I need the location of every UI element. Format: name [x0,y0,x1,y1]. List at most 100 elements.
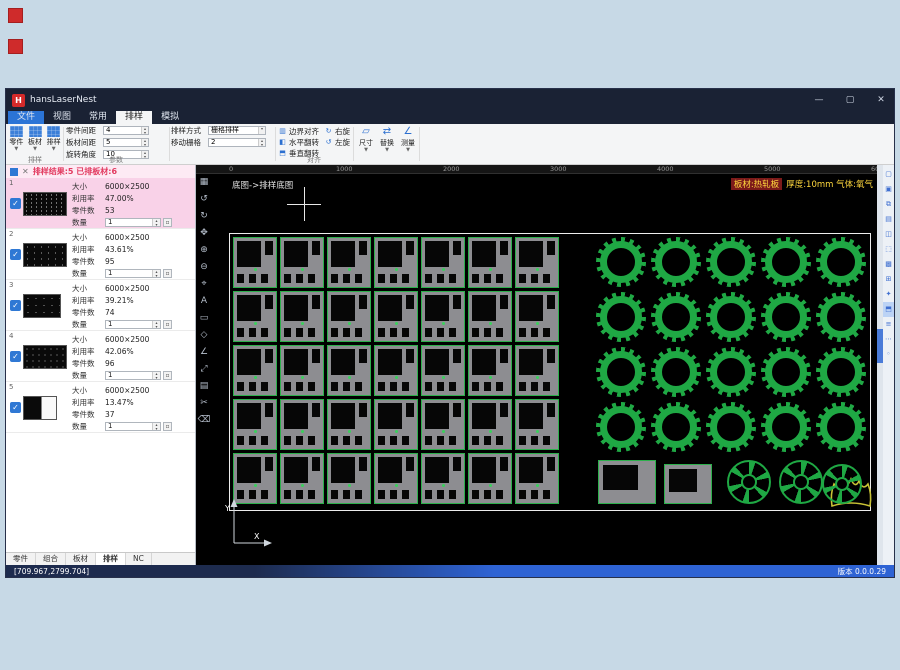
fill-icon[interactable]: ▣ [883,182,894,197]
nested-plate-part[interactable] [280,291,324,342]
nest-button[interactable]: 排样 ▼ [45,126,62,152]
sheet-button[interactable]: 板材 ▼ [27,126,44,152]
item-checkbox[interactable]: ✓ [10,300,21,311]
frame-icon[interactable]: ⬚ [883,242,894,257]
quantity-more-button[interactable]: ▫ [163,320,172,329]
rotate-left-button[interactable]: ↺左旋 [324,137,350,147]
nested-gear-part[interactable] [596,347,646,397]
nested-plate-part[interactable] [468,345,512,396]
nested-impeller-part[interactable] [727,460,771,504]
nest-mode-select[interactable]: 栅格排样▾ [208,126,266,135]
nested-plate-part[interactable] [515,345,559,396]
nested-gear-part[interactable] [706,292,756,342]
parts-button[interactable]: 零件 ▼ [8,126,25,152]
menu-tab-排样[interactable]: 排样 [116,111,152,124]
nested-plate-part[interactable] [327,291,371,342]
quantity-input[interactable]: 1▴ ▾ [105,371,161,380]
nested-plate-part[interactable] [233,399,277,450]
menu-tab-文件[interactable]: 文件 [8,111,44,124]
quantity-input[interactable]: 1▴ ▾ [105,422,161,431]
dot-icon[interactable]: ◦ [883,347,894,362]
move-grid-input[interactable]: 2▴▾ [208,138,266,147]
nested-gear-part[interactable] [596,237,646,287]
sheet-outline[interactable] [229,233,871,511]
chevron-down-icon[interactable]: ▼ [8,147,25,152]
nested-plate-part[interactable] [468,237,512,288]
redo-icon[interactable]: ↻ [196,208,212,225]
nested-plate-part[interactable] [468,399,512,450]
flip-horizontal-button[interactable]: ◧水平翻转 [278,137,319,147]
nested-impeller-part[interactable] [822,464,862,504]
window-icon[interactable]: ▢ [883,167,894,182]
chevron-down-icon[interactable]: ▼ [27,147,44,152]
polygon-icon[interactable]: ◇ [196,327,212,344]
quantity-input[interactable]: 1▴ ▾ [105,320,161,329]
nested-gear-part[interactable] [651,237,701,287]
nested-plate-part[interactable] [515,237,559,288]
nested-plate-part[interactable] [233,237,277,288]
zoom-in-icon[interactable]: ⊕ [196,242,212,259]
part-spacing-input[interactable]: 4▴▾ [103,126,149,135]
nested-plate-part[interactable] [515,291,559,342]
nested-plate-part[interactable] [280,345,324,396]
nested-gear-part[interactable] [761,292,811,342]
spinner-icon[interactable]: ▴ ▾ [152,321,160,328]
menu-tab-常用[interactable]: 常用 [80,111,116,124]
nested-gear-part[interactable] [761,402,811,452]
sheet-margin-input[interactable]: 5▴▾ [103,138,149,147]
nested-gear-part[interactable] [816,292,866,342]
nested-plate-part[interactable] [233,345,277,396]
panel-tab-组合[interactable]: 组合 [36,553,66,565]
nested-plate-part[interactable] [280,237,324,288]
more-icon[interactable]: ⋯ [883,332,894,347]
nested-plate-part[interactable] [327,399,371,450]
quantity-more-button[interactable]: ▫ [163,218,172,227]
grid-icon[interactable]: ⊞ [883,272,894,287]
rotate-right-button[interactable]: ↻右旋 [324,126,350,136]
nest-result-item[interactable]: 5 ✓ 大小6000×2500 利用率13.47% 零件数37 数量 1▴ ▾ … [6,382,195,433]
list-icon[interactable]: ▤ [883,212,894,227]
item-checkbox[interactable]: ✓ [10,402,21,413]
measure-button[interactable]: ∠ 测量 ▼ [399,126,418,153]
panel-tab-排样[interactable]: 排样 [96,553,126,565]
spinner-icon[interactable]: ▴ ▾ [152,372,160,379]
panel-icon[interactable]: ⬒ [883,302,894,317]
cut-path-icon[interactable]: ✂ [196,395,212,412]
center-icon[interactable]: ⌖ [196,276,212,293]
nested-plate-part[interactable] [280,399,324,450]
hatch-icon[interactable]: ▩ [883,257,894,272]
quantity-more-button[interactable]: ▫ [163,371,172,380]
nested-plate-part[interactable] [515,399,559,450]
nested-gear-part[interactable] [651,292,701,342]
nested-plate-part[interactable] [515,453,559,504]
nested-gear-part[interactable] [816,347,866,397]
quantity-more-button[interactable]: ▫ [163,269,172,278]
chevron-down-icon[interactable]: ▼ [357,148,376,153]
chevron-down-icon[interactable]: ▼ [45,147,62,152]
spinner-icon[interactable]: ▴ ▾ [152,423,160,430]
nested-gear-part[interactable] [706,402,756,452]
undo-icon[interactable]: ↺ [196,191,212,208]
nested-plate-part[interactable] [421,291,465,342]
nested-plate-part[interactable] [421,453,465,504]
split-icon[interactable]: ◫ [883,227,894,242]
nested-gear-part[interactable] [596,402,646,452]
fit-view-icon[interactable]: ▦ [196,174,212,191]
boundary-align-button[interactable]: ▥边界对齐 [278,126,319,136]
panel-tab-NC[interactable]: NC [126,553,152,565]
nested-plate-part[interactable] [374,345,418,396]
panel-tab-零件[interactable]: 零件 [6,553,36,565]
spinner-icon[interactable]: ▴▾ [141,127,148,134]
nested-plate-part[interactable] [468,453,512,504]
nested-gear-part[interactable] [651,402,701,452]
nested-gear-part[interactable] [761,237,811,287]
nest-canvas[interactable]: 0100020003000400050006000 ▦↺↻✥⊕⊖⌖A▭◇∠⤢▤✂… [196,165,879,567]
nested-gear-part[interactable] [596,292,646,342]
nest-result-item[interactable]: 2 ✓ 大小6000×2500 利用率43.61% 零件数95 数量 1▴ ▾ … [6,229,195,280]
measure-icon[interactable]: ∠ [196,344,212,361]
nested-plate-part[interactable] [280,453,324,504]
item-checkbox[interactable]: ✓ [10,351,21,362]
star-icon[interactable]: ✦ [883,287,894,302]
quantity-more-button[interactable]: ▫ [163,422,172,431]
item-checkbox[interactable]: ✓ [10,249,21,260]
